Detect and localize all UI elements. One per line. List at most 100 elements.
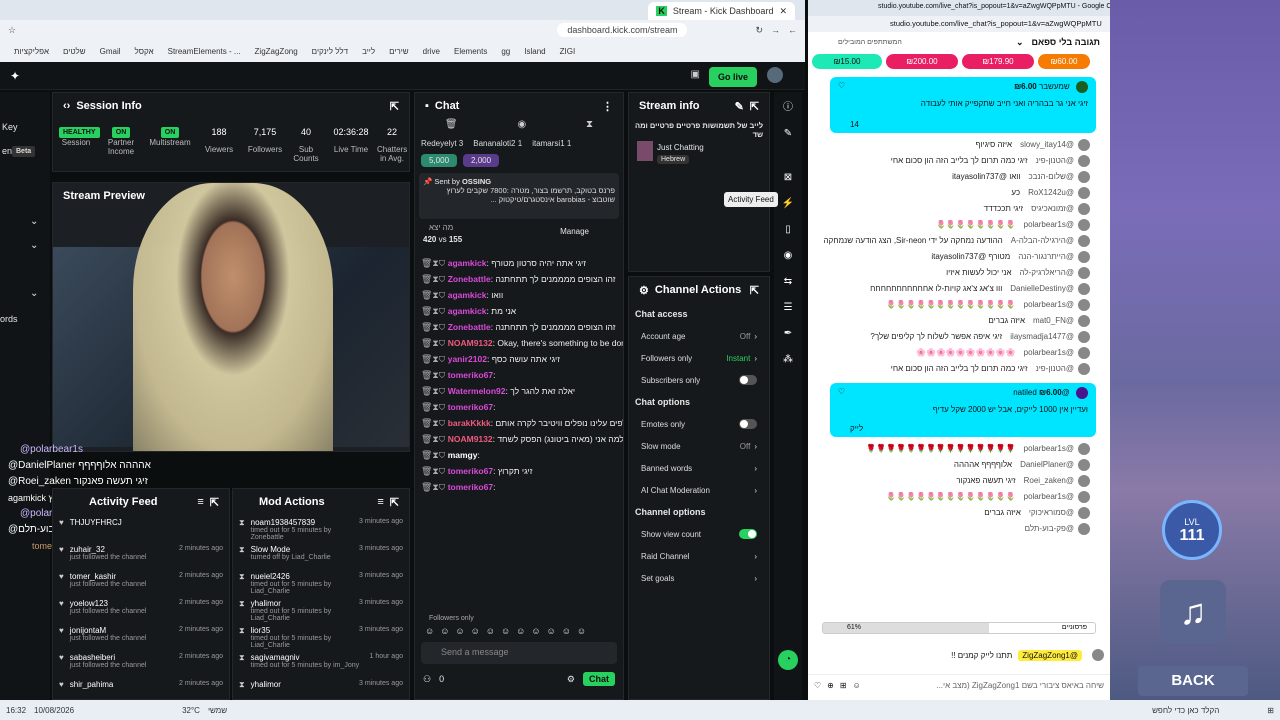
row-control[interactable]: Off › <box>740 442 757 451</box>
chat-message[interactable]: 🗑⧗⛉ tomeriko67: <box>415 479 623 495</box>
popout-icon[interactable]: ⇱ <box>390 496 399 509</box>
chat-message[interactable]: 🗑⧗⛉ Zonebattle: זהו הצופים ממממנים לך תת… <box>415 271 623 287</box>
yt-chat-message[interactable]: @DanielleDestinyווו צ'אג צ'אג קויות-לו א… <box>808 281 1110 297</box>
mod-tools-icon[interactable]: 🗑⧗⛉ <box>421 418 448 428</box>
yt-chat-message[interactable]: @הטנון-פינזיגי כמה תרום לך בלייב הזה הון… <box>808 153 1110 169</box>
row-control[interactable]: › <box>750 552 757 561</box>
mod-tools-icon[interactable]: 🗑⧗⛉ <box>421 386 448 396</box>
support-icon[interactable]: ◔ <box>778 650 798 670</box>
wrench-icon[interactable]: ✒ <box>778 324 798 344</box>
row-control[interactable] <box>739 419 757 429</box>
chat-message[interactable]: 🗑⧗⛉ yanir2102: זיגי אתה עושה כסף <box>415 351 623 367</box>
info-icon[interactable]: ⓘ <box>778 98 798 118</box>
popout-icon[interactable]: ⇱ <box>390 100 399 113</box>
heart-icon[interactable]: ♡ <box>838 81 845 90</box>
row-control[interactable]: › <box>750 464 757 473</box>
toggle-switch[interactable] <box>739 529 757 539</box>
row-control[interactable]: Instant › <box>726 354 757 363</box>
activity-item[interactable]: ♥ THJUYFHRCJ <box>53 515 229 542</box>
nav-label[interactable]: ords <box>0 314 18 324</box>
toggle-switch[interactable] <box>739 419 757 429</box>
row-control[interactable]: › <box>750 574 757 583</box>
yt-chat-message[interactable]: @הטנון-פינזיגי כמה תרום לך בלייב הזה הון… <box>808 361 1110 377</box>
bookmark[interactable]: ZigZagZong <box>255 47 298 56</box>
yt-chat-input[interactable]: שיחה באיאס ציבורי בשם ZigZagZong1 (מצב א… <box>867 681 1104 690</box>
reload-icon[interactable]: ↻ <box>755 25 763 36</box>
pinned-message[interactable]: 📌 Sent by OSSING פרנס בטוקב, תרשמו בצור,… <box>419 173 619 219</box>
chat-icon[interactable]: ◉ <box>778 246 798 266</box>
yt-chat-message[interactable]: @Roei_zakenזיגי תעשה פאנקור <box>808 473 1110 489</box>
message-input[interactable]: Send a message <box>421 642 617 664</box>
bookmark[interactable]: Island <box>524 47 545 56</box>
row-control[interactable]: › <box>750 486 757 495</box>
chevron-down-icon[interactable]: ⌄ <box>30 216 38 227</box>
mod-tools-icon[interactable]: 🗑⧗⛉ <box>421 402 448 412</box>
mod-action-item[interactable]: ⧗ noam1938457839 timed out for 5 minutes b… <box>233 515 409 542</box>
filter-icon[interactable]: ≡ <box>197 496 203 508</box>
yt-chat-message[interactable]: @DanielPlanerאלוףףףף אהההה <box>808 457 1110 473</box>
activity-item[interactable]: ♥ yoelow123 just followed the channel 2 min… <box>53 596 229 623</box>
bookmark[interactable]: drive <box>423 47 440 56</box>
heart-icon[interactable]: ♡ <box>814 681 821 690</box>
top-user[interactable]: Redeyelyt 3 <box>421 139 463 148</box>
star-icon[interactable]: ☆ <box>8 25 16 36</box>
back-icon[interactable]: ← <box>788 25 797 35</box>
channel-action-row[interactable]: Followers only Instant › <box>629 347 769 369</box>
kick-logo-icon[interactable]: ✦ <box>10 69 20 83</box>
yt-chat-message[interactable]: @polarbear1s🌷🌷🌷🌷🌷🌷🌷🌷🌷🌷🌷🌷🌷 <box>808 489 1110 505</box>
channel-action-row[interactable]: Banned words › <box>629 457 769 479</box>
yt-chat-message[interactable]: @הריאלרגיק-להאני יכול לעשות איזיו <box>808 265 1110 281</box>
bookmark[interactable]: gg <box>501 47 510 56</box>
add-icon[interactable]: ⊕ <box>827 681 834 690</box>
activity-icon[interactable]: ⚡ <box>778 194 798 214</box>
yt-chat-message[interactable]: @polarbear1s🌸🌸🌸🌸🌸🌸🌸🌸🌸🌸 <box>808 345 1110 361</box>
channel-action-row[interactable]: Raid Channel › <box>629 545 769 567</box>
manage-button[interactable]: Manage <box>560 227 589 236</box>
channel-action-row[interactable]: Emotes only <box>629 413 769 435</box>
trash-icon[interactable]: 🗑 <box>445 119 458 135</box>
channel-action-row[interactable]: Subscribers only <box>629 369 769 391</box>
swap-icon[interactable]: ⇆ <box>778 272 798 292</box>
hide-icon[interactable]: ⊠ <box>778 168 798 188</box>
yt-chat-message[interactable]: @mat0_FNאיזה גברים <box>808 313 1110 329</box>
chat-message[interactable]: 🗑⧗⛉ agamkick: אני מת <box>415 303 623 319</box>
mod-tools-icon[interactable]: 🗑⧗⛉ <box>421 354 448 364</box>
popout-icon[interactable]: ⇱ <box>750 284 759 297</box>
url-field[interactable]: dashboard.kick.com/stream <box>557 23 688 37</box>
list-icon[interactable]: ☰ <box>778 298 798 318</box>
filter-icon[interactable]: ≡ <box>377 496 383 508</box>
mod-tools-icon[interactable]: 🗑⧗⛉ <box>421 450 448 460</box>
settings-icon[interactable]: ⚙ <box>567 674 575 685</box>
yt-chat-message[interactable]: @פק-בוע-תלם <box>808 521 1110 537</box>
popout-icon[interactable]: ⇱ <box>750 100 759 113</box>
yt-chat-message[interactable]: @polarbear1s🌹🌹🌹🌹🌹🌹🌹🌹🌹🌹🌹🌹🌹🌹🌹 <box>808 441 1110 457</box>
chat-message[interactable]: 🗑⧗⛉ tomeriko67: זיגי תקרוץ <box>415 463 623 479</box>
bookmark[interactable]: לייב <box>362 47 375 56</box>
nav-label[interactable]: Key <box>2 122 18 132</box>
dollar-icon[interactable]: ⊞ <box>840 681 847 690</box>
activity-item[interactable]: ♥ jonijontaM just followed the channel 2 mi… <box>53 623 229 650</box>
grid-icon[interactable]: ⁂ <box>778 350 798 370</box>
more-icon[interactable]: ⋮ <box>602 100 613 113</box>
activity-item[interactable]: ♥ tomer_kashir just followed the channel 2 … <box>53 569 229 596</box>
yt-chat-message[interactable]: @שלום-הנבכוואו @itayasolin737 <box>808 169 1110 185</box>
yt-chat-message[interactable]: @הייתרנגור-הנהמטורף @itayasolin737 <box>808 249 1110 265</box>
ticker-chip[interactable]: ₪60.00 <box>1038 54 1090 69</box>
chat-message[interactable]: 🗑⧗⛉ Watermelon92: יאלה זאת להגר לך <box>415 383 623 399</box>
mod-tools-icon[interactable]: 🗑⧗⛉ <box>421 322 448 332</box>
bookmark[interactable]: StreamElements - ... <box>168 47 241 56</box>
chat-message[interactable]: 🗑⧗⛉ barakKkkk: אלפים אלפים עלינו נופלים … <box>415 415 623 431</box>
row-control[interactable] <box>739 375 757 385</box>
ticker-chip[interactable]: ₪200.00 <box>886 54 958 69</box>
activity-item[interactable]: ♥ zuhair_32 just followed the channel 2 min… <box>53 542 229 569</box>
chevron-down-icon[interactable]: ⌄ <box>1016 37 1024 48</box>
bookmark[interactable]: שלטים <box>63 47 86 56</box>
search-box[interactable]: הקלד כאן כדי לחפש <box>1152 706 1219 715</box>
music-icon[interactable]: ♫ <box>1160 580 1226 644</box>
edit-icon[interactable]: ✎ <box>735 100 744 113</box>
yt-chat-message[interactable]: @זמונאכיגיסזיגי תככדדד <box>808 201 1110 217</box>
bookmark[interactable]: ZIGI <box>560 47 576 56</box>
chat-message[interactable]: 🗑⧗⛉ Zonebattle: זהו הצופים ממממנים לך תת… <box>415 319 623 335</box>
yt-chat-message[interactable]: @polarbear1s🌷🌷🌷🌷🌷🌷🌷🌷 <box>808 217 1110 233</box>
channel-action-row[interactable]: AI Chat Moderation › <box>629 479 769 501</box>
